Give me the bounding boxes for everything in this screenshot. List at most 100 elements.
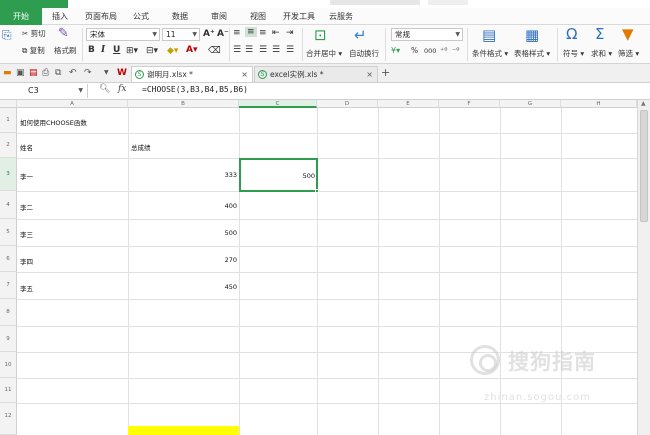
distribute-icon[interactable]: ☰ [286,45,294,55]
cell-a7[interactable]: 李五 [20,283,33,293]
cell-a2[interactable]: 姓名 [20,142,33,152]
row-header-7[interactable]: 7 [0,272,17,299]
clear-format-icon[interactable]: ⌫ [208,46,221,56]
column-header-b[interactable]: B [128,100,239,108]
align-center-icon[interactable]: ☰ [245,45,253,55]
grow-font-button[interactable]: A⁺ [203,29,215,39]
font-color-icon[interactable]: A▾ [186,45,197,55]
column-header-g[interactable]: G [500,100,561,108]
spreadsheet-grid[interactable]: A B C D E F G H 1 2 3 4 5 6 7 8 9 10 11 … [0,100,637,435]
brush-icon[interactable]: ✎ [58,26,69,42]
format-painter-button[interactable]: 格式刷 [54,44,77,58]
tab-data[interactable]: 数据 [165,8,195,25]
row-header-12[interactable]: 12 [0,403,17,435]
align-middle-icon[interactable]: ≡ [245,27,257,37]
indent-decrease-icon[interactable]: ⇤ [272,28,280,38]
scrollbar-thumb[interactable] [640,110,648,222]
close-icon[interactable]: × [366,67,373,82]
open-folder-icon[interactable]: ▬ [3,67,12,79]
tab-home[interactable]: 开始 [0,8,42,25]
sum-button[interactable]: 求和 ▾ [591,48,612,59]
undo-icon[interactable]: ↶ [69,67,77,79]
cell-b3[interactable]: 333 [131,171,237,179]
cell-b5[interactable]: 500 [131,229,237,237]
increase-decimal-icon[interactable]: ⁺⁰ [440,46,447,55]
tab-view[interactable]: 视图 [243,8,273,25]
font-size-select[interactable]: 11 ▼ [162,28,200,41]
vertical-scrollbar[interactable]: ▲ [637,100,650,435]
thousands-button[interactable]: 000 [424,47,436,55]
column-header-e[interactable]: E [378,100,439,108]
decrease-decimal-icon[interactable]: ⁻⁰ [452,46,459,55]
tab-cloud[interactable]: 云服务 [324,8,358,25]
currency-icon[interactable]: ¥▾ [391,46,400,55]
border-icon[interactable]: ⊞▾ [126,46,138,56]
chevron-down-icon[interactable]: ▼ [104,67,109,79]
number-format-select[interactable]: 常规 ▼ [391,28,463,41]
print-icon[interactable]: ⎙ [42,67,49,79]
row-header-6[interactable]: 6 [0,246,17,272]
align-top-icon[interactable]: ≡ [233,28,241,38]
table-style-button[interactable]: 表格样式 ▾ [514,48,550,59]
redo-icon[interactable]: ↷ [84,67,92,79]
justify-icon[interactable]: ☰ [272,45,280,55]
row-header-10[interactable]: 10 [0,352,17,378]
row-header-2[interactable]: 2 [0,133,17,158]
tab-review[interactable]: 审阅 [204,8,234,25]
fx-icon[interactable]: fx [118,84,126,94]
row-header-5[interactable]: 5 [0,219,17,246]
cell-border-icon[interactable]: ⊟▾ [146,46,158,56]
wps-logo-icon[interactable]: W [117,67,127,79]
tab-document-2[interactable]: S excel实例.xls * × [254,66,378,82]
fill-handle[interactable] [315,189,319,193]
select-all-corner[interactable] [0,100,17,108]
conditional-format-button[interactable]: 条件格式 ▾ [472,48,508,59]
wrap-text-button[interactable]: 自动换行 [349,48,379,59]
tab-developer[interactable]: 开发工具 [278,8,320,25]
name-box[interactable]: C3 ▼ [0,84,88,98]
cell-a1[interactable]: 如何使用CHOOSE函数 [20,117,87,127]
cell-b4[interactable]: 400 [131,202,237,210]
sum-icon[interactable]: Σ [595,26,604,42]
column-header-d[interactable]: D [317,100,378,108]
table-style-icon[interactable]: ▦ [525,27,539,43]
underline-button[interactable]: U [113,45,120,55]
row-header-9[interactable]: 9 [0,326,17,352]
merge-center-icon[interactable]: ⊡ [314,27,327,43]
cell-a4[interactable]: 李二 [20,202,33,212]
cell-a5[interactable]: 李三 [20,229,33,239]
cell-a6[interactable]: 李四 [20,256,33,266]
close-icon[interactable]: × [241,67,248,82]
copy-button[interactable]: ⧉ 复制 [22,44,45,58]
wrap-text-icon[interactable]: ↵ [354,27,367,43]
tab-page-layout[interactable]: 页面布局 [80,8,122,25]
row-header-1[interactable]: 1 [0,108,17,133]
print-preview-icon[interactable]: ⧉ [55,67,61,79]
column-header-f[interactable]: F [439,100,500,108]
cell-b2[interactable]: 总成绩 [131,142,151,152]
export-pdf-icon[interactable]: ▤ [29,67,38,79]
row-header-4[interactable]: 4 [0,191,17,219]
row-header-8[interactable]: 8 [0,299,17,326]
row-header-11[interactable]: 11 [0,378,17,403]
paste-icon[interactable]: ⎘ [2,27,12,43]
selected-cell-c3[interactable]: 500 [239,158,318,192]
column-header-c[interactable]: C [239,100,317,108]
column-header-h[interactable]: H [561,100,637,108]
row-header-3[interactable]: 3 [0,158,17,191]
merge-center-button[interactable]: 合并居中 ▾ [306,48,342,59]
fill-color-icon[interactable]: ◆▾ [167,46,178,56]
column-header-a[interactable]: A [17,100,128,108]
indent-increase-icon[interactable]: ⇥ [286,28,294,38]
percent-button[interactable]: % [411,46,418,55]
cell-b6[interactable]: 270 [131,256,237,264]
align-right-icon[interactable]: ☰ [259,45,267,55]
italic-button[interactable]: I [101,45,105,55]
tab-insert[interactable]: 插入 [44,8,76,25]
bold-button[interactable]: B [88,45,95,55]
align-bottom-icon[interactable]: ≡ [259,28,267,38]
symbol-button[interactable]: 符号 ▾ [563,48,584,59]
omega-icon[interactable]: Ω [566,26,577,42]
align-left-icon[interactable]: ☰ [233,45,241,55]
cell-a3[interactable]: 李一 [20,171,33,181]
